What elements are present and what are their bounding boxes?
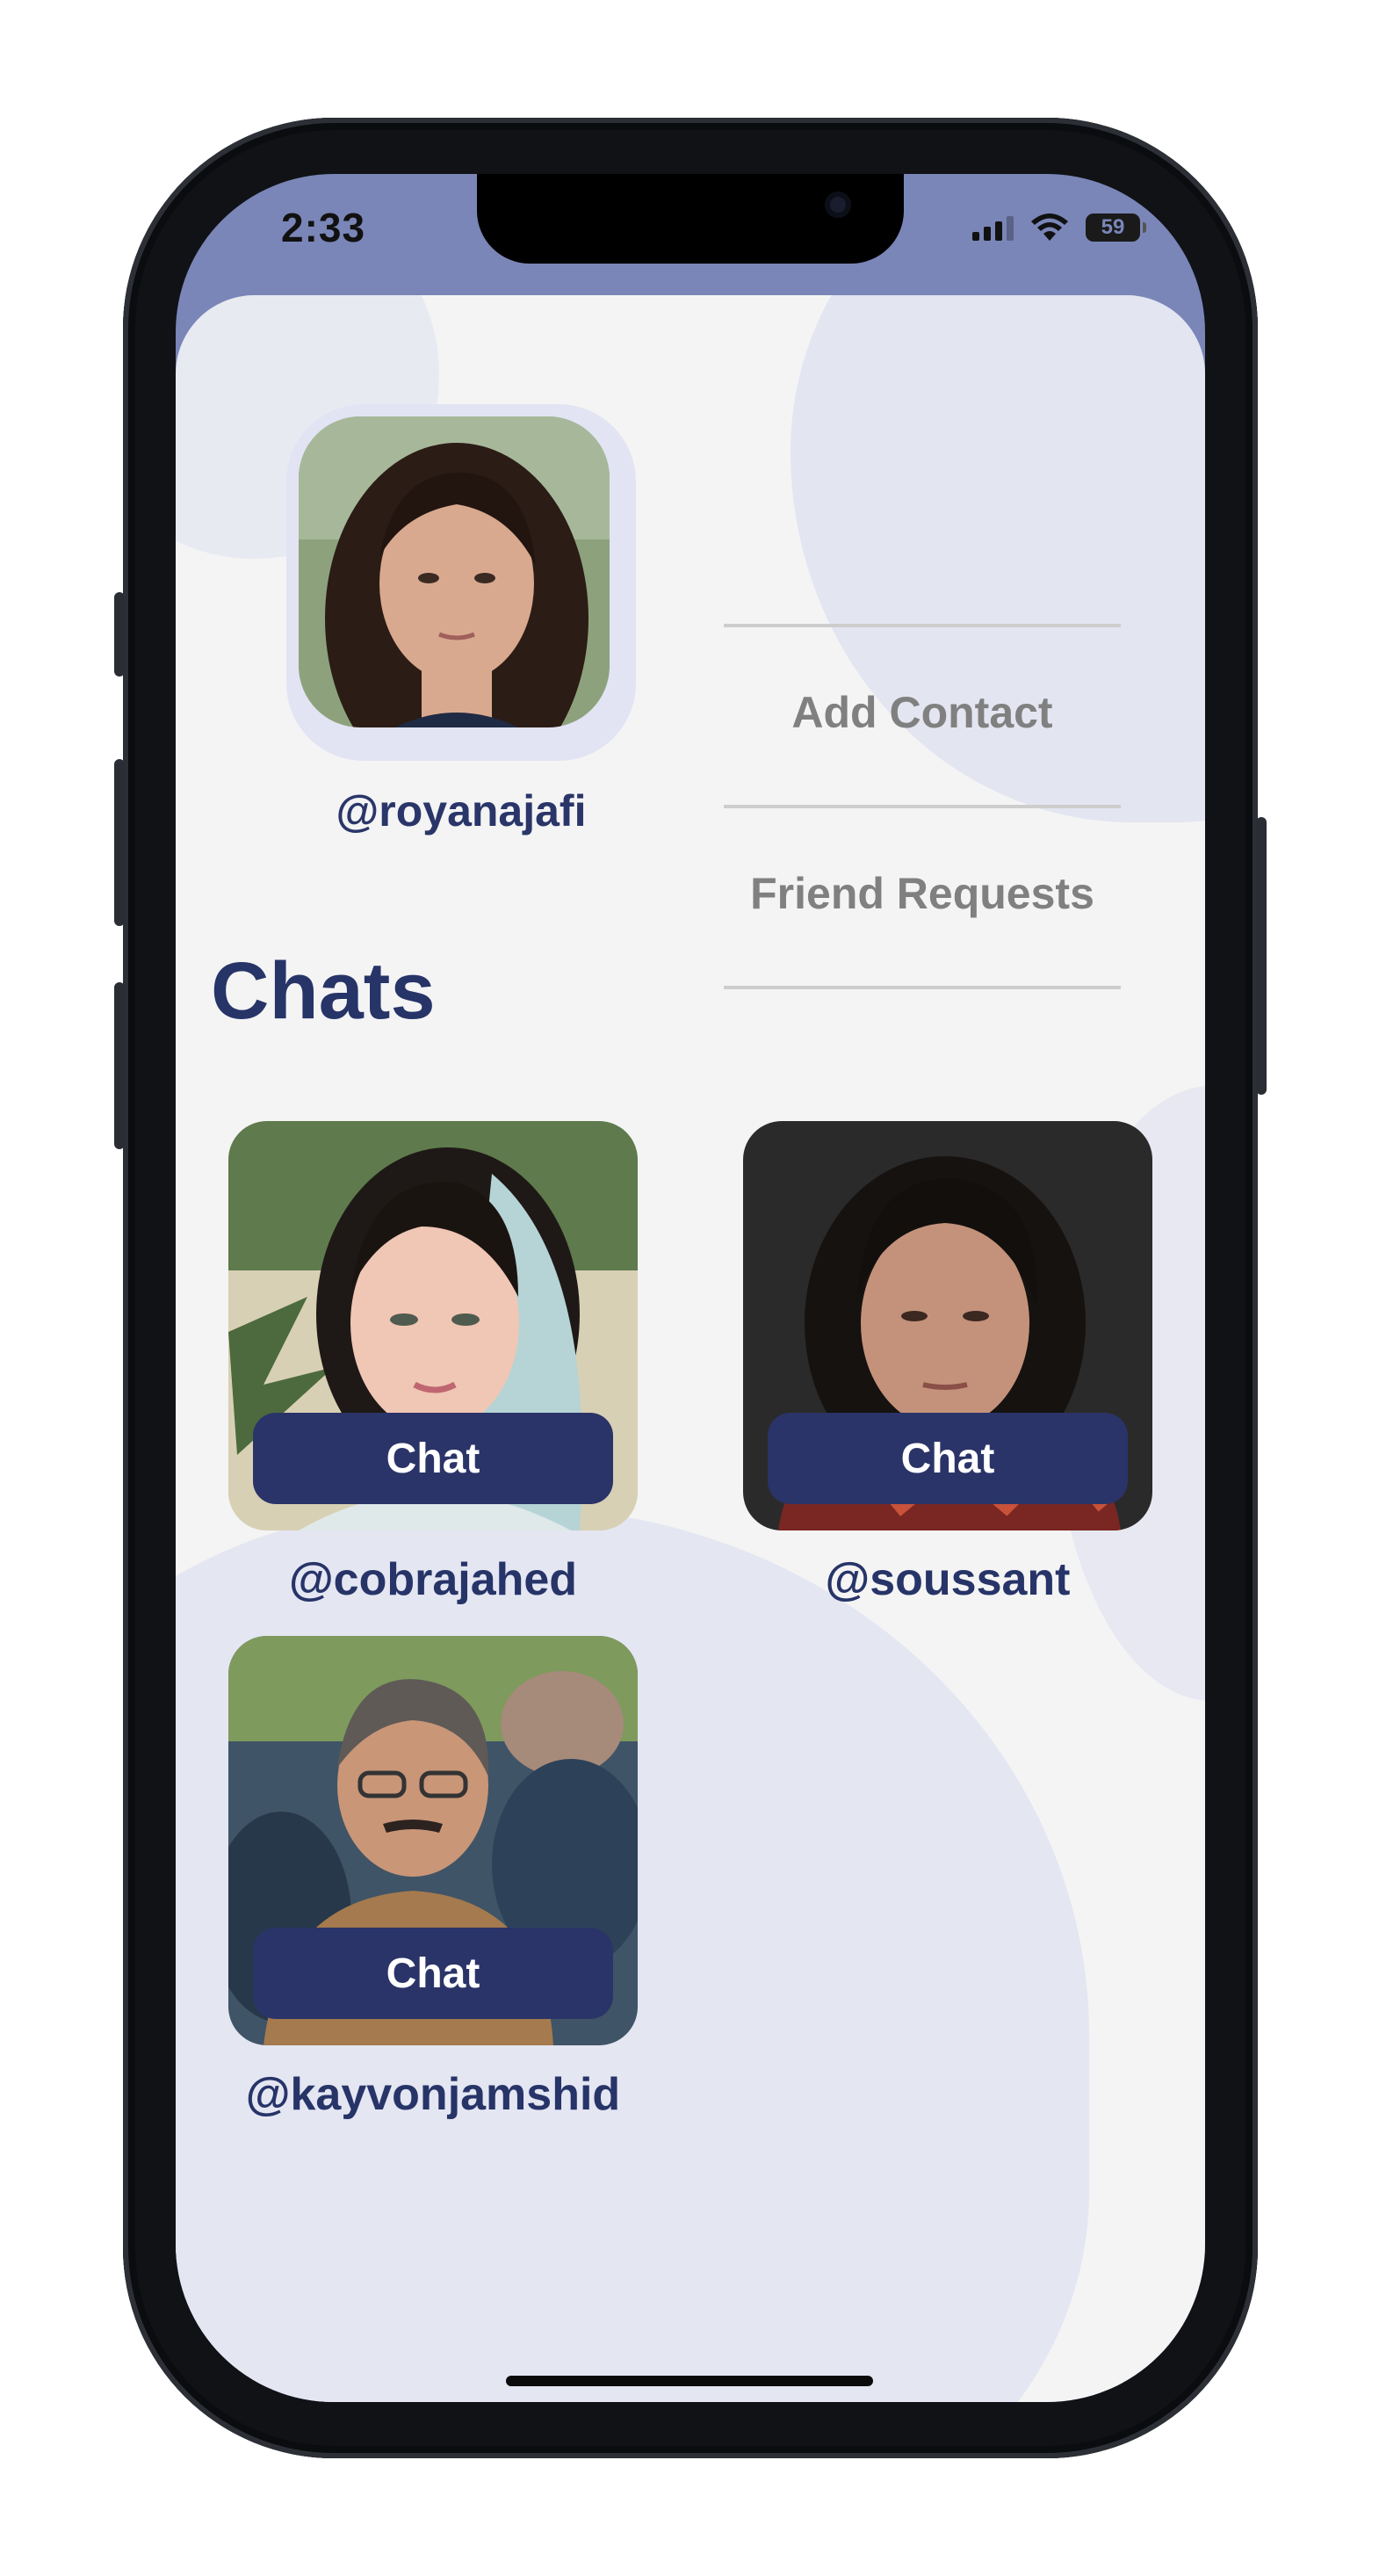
status-time: 2:33 (281, 205, 366, 250)
chat-card: Chat (228, 1636, 638, 2045)
divider (724, 805, 1121, 808)
chat-button[interactable]: Chat (253, 1928, 613, 2019)
profile-username: @royanajafi (336, 786, 587, 836)
front-camera (825, 192, 851, 218)
status-bar: 2:33 59 (176, 174, 1205, 297)
background-blob (791, 295, 1205, 822)
divider (724, 624, 1121, 627)
signal-icon (972, 214, 1014, 241)
notch (477, 174, 904, 264)
phone-frame: 2:33 59 @royanajafi Add Contact Friend R… (114, 118, 1267, 2458)
contact-username: @soussant (825, 1554, 1071, 1605)
main-content[interactable]: @royanajafi Add Contact Friend Requests … (176, 295, 1205, 2402)
volume-up-button (114, 759, 125, 926)
divider (724, 986, 1121, 989)
wifi-icon (1031, 213, 1068, 241)
home-indicator[interactable] (506, 2376, 873, 2386)
chat-button[interactable]: Chat (253, 1413, 613, 1504)
profile-avatar-frame (286, 404, 636, 761)
chats-title: Chats (211, 946, 436, 1036)
friend-requests-link[interactable]: Friend Requests (724, 868, 1121, 919)
screen: 2:33 59 @royanajafi Add Contact Friend R… (176, 174, 1205, 2402)
profile-avatar[interactable] (299, 416, 610, 727)
chat-card: Chat (228, 1121, 638, 1530)
status-icons: 59 (972, 213, 1146, 242)
chat-button[interactable]: Chat (768, 1413, 1128, 1504)
mute-switch (114, 592, 125, 677)
volume-down-button (114, 982, 125, 1149)
chat-card: Chat (743, 1121, 1152, 1530)
power-button (1256, 817, 1267, 1095)
contact-username: @kayvonjamshid (245, 2069, 621, 2120)
contact-username: @cobrajahed (288, 1554, 578, 1605)
battery-icon: 59 (1086, 213, 1146, 242)
add-contact-link[interactable]: Add Contact (724, 687, 1121, 738)
